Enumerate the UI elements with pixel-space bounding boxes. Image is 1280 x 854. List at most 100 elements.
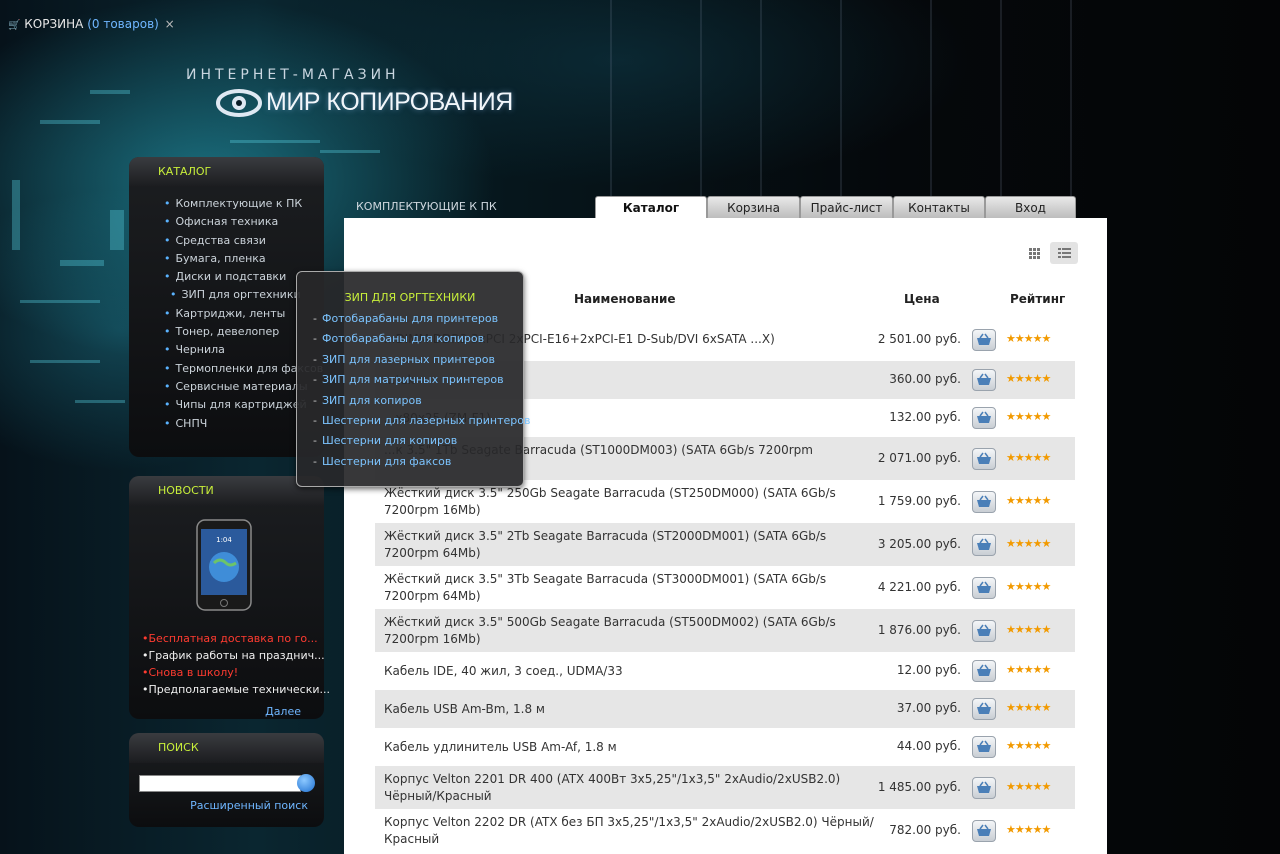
submenu-item[interactable]: - Фотобарабаны для принтеров [313, 310, 530, 330]
rating-stars-icon[interactable]: ★★★★★ [1006, 739, 1051, 752]
catalog-item[interactable]: • Средства связи [164, 232, 324, 250]
submenu-item-label: ЗИП для копиров [321, 393, 422, 407]
catalog-item-label: СНПЧ [175, 416, 208, 430]
add-to-cart-button[interactable] [972, 660, 996, 682]
cart-summary: 🛒 КОРЗИНА (0 товаров) × [8, 17, 175, 31]
logo-title: МИР КОПИРОВАНИЯ [266, 88, 513, 116]
product-name-link[interactable]: Кабель USB Am-Bm, 1.8 м [384, 701, 874, 718]
catalog-item-label: Диски и подставки [175, 270, 287, 284]
table-row: Кабель USB Am-Bm, 1.8 м 37.00 руб. ★★★★★ [375, 690, 1075, 728]
bullet-icon: • [164, 251, 171, 265]
bullet-icon: • [164, 343, 171, 357]
bullet-icon: • [164, 215, 171, 229]
phone-image[interactable]: 1:04 [196, 519, 252, 611]
rating-stars-icon[interactable]: ★★★★★ [1006, 451, 1051, 464]
search-icon[interactable] [297, 774, 315, 792]
bullet-icon: • [164, 325, 171, 339]
news-more-link[interactable]: Далее [265, 705, 301, 718]
news-item[interactable]: •Предполагаемые технически... [142, 681, 330, 698]
submenu-item[interactable]: - Шестерни для лазерных принтеров [313, 412, 530, 432]
add-to-cart-button[interactable] [972, 819, 996, 842]
tab-cart[interactable]: Корзина [707, 196, 800, 218]
add-to-cart-button[interactable] [972, 736, 996, 758]
add-to-cart-button[interactable] [972, 369, 996, 391]
product-name-link[interactable]: Кабель удлинитель USB Am-Af, 1.8 м [384, 739, 874, 756]
catalog-item[interactable]: • Комплектующие к ПК [164, 195, 324, 213]
advanced-search-link[interactable]: Расширенный поиск [190, 799, 308, 812]
grid-view-icon[interactable] [1020, 242, 1048, 264]
rating-stars-icon[interactable]: ★★★★★ [1006, 780, 1051, 793]
catalog-item-label: Картриджи, ленты [175, 306, 286, 320]
submenu-item[interactable]: - ЗИП для лазерных принтеров [313, 351, 530, 371]
add-to-cart-button[interactable] [972, 776, 996, 799]
basket-icon [977, 824, 991, 836]
tab-catalog[interactable]: Каталог [595, 196, 707, 219]
product-name-link[interactable]: Жёсткий диск 3.5" 3Tb Seagate Barracuda … [384, 571, 874, 605]
bullet-icon: • [164, 361, 171, 375]
rating-stars-icon[interactable]: ★★★★★ [1006, 372, 1051, 385]
tab-pricelist[interactable]: Прайс-лист [800, 196, 893, 218]
product-name-link[interactable]: Корпус Velton 2202 DR (ATX без БП 3x5,25… [384, 814, 874, 848]
column-header-price[interactable]: Цена [904, 292, 940, 306]
tab-login[interactable]: Вход [985, 196, 1076, 218]
add-to-cart-button[interactable] [972, 407, 996, 429]
news-item[interactable]: •Снова в школу! [142, 664, 330, 681]
cart-count-link[interactable]: (0 товаров) [87, 17, 159, 31]
add-to-cart-button[interactable] [972, 533, 996, 556]
product-price: 2 071.00 руб. [877, 450, 961, 465]
list-view-icon[interactable] [1050, 242, 1078, 264]
search-input[interactable] [139, 775, 301, 792]
cart-close-icon[interactable]: × [165, 17, 175, 31]
submenu-item-label: Фотобарабаны для копиров [321, 332, 485, 346]
add-to-cart-button[interactable] [972, 328, 996, 351]
news-item[interactable]: •График работы на празднич... [142, 647, 330, 664]
product-price: 132.00 руб. [889, 410, 961, 424]
news-item[interactable]: •Бесплатная доставка по го... [142, 630, 330, 647]
basket-icon [977, 452, 991, 464]
product-price: 37.00 руб. [896, 701, 961, 715]
submenu-item-label: ЗИП для лазерных принтеров [321, 352, 495, 366]
add-to-cart-button[interactable] [972, 447, 996, 470]
news-item-label: График работы на празднич... [148, 649, 325, 662]
rating-stars-icon[interactable]: ★★★★★ [1006, 623, 1051, 636]
column-header-rating[interactable]: Рейтинг [1010, 292, 1065, 306]
cart-icon: 🛒 [8, 20, 21, 31]
table-row: Жёсткий диск 3.5" 500Gb Seagate Barracud… [375, 609, 1075, 652]
submenu-item[interactable]: - Фотобарабаны для копиров [313, 330, 530, 350]
bullet-icon: • [164, 306, 171, 320]
catalog-item[interactable]: • Бумага, пленка [164, 250, 324, 268]
add-to-cart-button[interactable] [972, 619, 996, 642]
product-name-link[interactable]: Жёсткий диск 3.5" 250Gb Seagate Barracud… [384, 485, 874, 519]
submenu-item-label: Шестерни для факсов [321, 454, 452, 468]
add-to-cart-button[interactable] [972, 576, 996, 599]
product-name-link[interactable]: Жёсткий диск 3.5" 2Tb Seagate Barracuda … [384, 528, 874, 562]
rating-stars-icon[interactable]: ★★★★★ [1006, 823, 1051, 836]
rating-stars-icon[interactable]: ★★★★★ [1006, 332, 1051, 345]
column-header-name[interactable]: Наименование [574, 292, 676, 306]
rating-stars-icon[interactable]: ★★★★★ [1006, 537, 1051, 550]
submenu-item[interactable]: - ЗИП для матричных принтеров [313, 371, 530, 391]
catalog-item-label: Чипы для картриджей [175, 398, 307, 412]
rating-stars-icon[interactable]: ★★★★★ [1006, 701, 1051, 714]
bullet-icon: • [170, 288, 177, 302]
basket-icon [977, 781, 991, 793]
basket-icon [977, 740, 991, 752]
product-name-link[interactable]: Жёсткий диск 3.5" 500Gb Seagate Barracud… [384, 614, 874, 648]
product-name-link[interactable]: Кабель IDE, 40 жил, 3 соед., UDMA/33 [384, 663, 874, 680]
rating-stars-icon[interactable]: ★★★★★ [1006, 663, 1051, 676]
product-name-link[interactable]: Корпус Velton 2201 DR 400 (ATX 400Вт 3x5… [384, 771, 874, 805]
submenu-item-label: Шестерни для лазерных принтеров [321, 413, 531, 427]
add-to-cart-button[interactable] [972, 490, 996, 513]
add-to-cart-button[interactable] [972, 698, 996, 720]
catalog-item[interactable]: • Офисная техника [164, 213, 324, 231]
rating-stars-icon[interactable]: ★★★★★ [1006, 494, 1051, 507]
news-heading: НОВОСТИ [129, 476, 324, 506]
table-row: Кабель IDE, 40 жил, 3 соед., UDMA/33 12.0… [375, 652, 1075, 690]
rating-stars-icon[interactable]: ★★★★★ [1006, 580, 1051, 593]
submenu-item[interactable]: - Шестерни для копиров [313, 432, 530, 452]
rating-stars-icon[interactable]: ★★★★★ [1006, 410, 1051, 423]
submenu-item[interactable]: - ЗИП для копиров [313, 392, 530, 412]
dash-icon: - [313, 413, 317, 427]
tab-contacts[interactable]: Контакты [893, 196, 985, 218]
submenu-item[interactable]: - Шестерни для факсов [313, 453, 530, 473]
